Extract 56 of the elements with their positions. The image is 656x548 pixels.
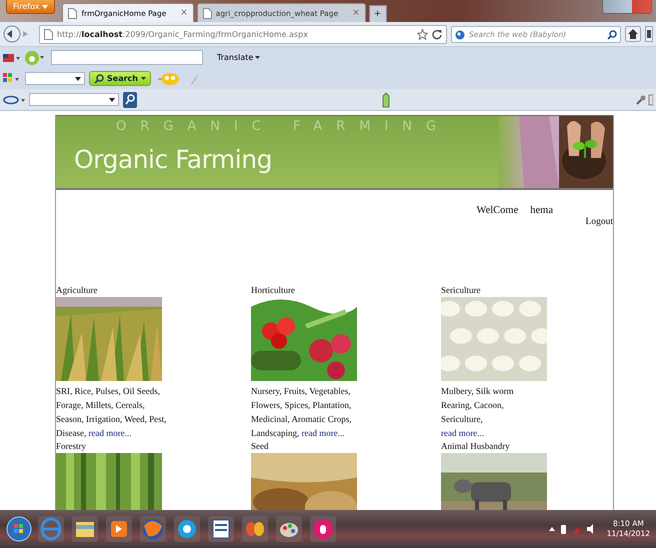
category-title: Horticulture: [251, 285, 296, 296]
search-button[interactable]: Search: [89, 71, 151, 86]
caret-icon: [75, 76, 81, 80]
close-button[interactable]: ×: [180, 8, 188, 18]
dropdown-field[interactable]: [29, 93, 119, 106]
category-description: Nursery, Fruits, Vegetables, Flowers, Spices, Plantation, Medicinal, Aromatic Crops, Landscaping, read more...: [251, 385, 352, 440]
category-description: SRI, Rice, Pulses, Oil Seeds, Forage, Millets, Cereals, Season, Irrigation, Weed, Pest, Disease, read more...: [56, 385, 168, 440]
read-more-link[interactable]: read more...: [88, 428, 132, 438]
caret-icon: [140, 77, 146, 80]
category-title: Agriculture: [56, 285, 98, 296]
tag-icon[interactable]: [381, 92, 391, 108]
search-icon[interactable]: [607, 30, 617, 40]
caret-icon: [109, 98, 115, 102]
caret-icon: [42, 4, 48, 8]
search-icon: [94, 74, 104, 84]
read-more-link[interactable]: read more...: [301, 428, 344, 438]
category-description: Mulbery, Silk worm Rearing, Cacoon, Sericulture, read more...: [441, 385, 515, 440]
page-icon: [44, 28, 53, 40]
category-title: Sericulture: [441, 285, 482, 296]
user-name: hema: [530, 205, 553, 216]
dropdown-field[interactable]: [25, 72, 85, 85]
window-controls[interactable]: [602, 0, 652, 14]
close-button[interactable]: ×: [352, 8, 360, 18]
category-title: Forestry: [56, 441, 87, 452]
media-player-icon[interactable]: [106, 516, 132, 542]
translate-button[interactable]: Translate: [215, 53, 262, 62]
app-logo-icon[interactable]: [310, 516, 336, 542]
reload-icon[interactable]: [432, 28, 442, 40]
globe-icon: [455, 30, 465, 40]
text-field[interactable]: [51, 50, 203, 65]
palette-icon[interactable]: [276, 516, 302, 542]
chat-icon[interactable]: [174, 516, 200, 542]
search-button[interactable]: [123, 92, 137, 108]
caret-icon: [255, 56, 260, 59]
folder-icon[interactable]: [72, 516, 98, 542]
start-button[interactable]: [6, 516, 32, 542]
home-icon[interactable]: [625, 26, 641, 42]
read-more-link[interactable]: read more...: [441, 428, 484, 438]
page-icon: [68, 8, 78, 18]
toolbar-button-icon[interactable]: [645, 26, 653, 42]
globe-icon[interactable]: [140, 516, 166, 542]
star-icon[interactable]: [417, 28, 428, 40]
welcome-text: WelCome: [476, 205, 518, 216]
document-icon[interactable]: [208, 516, 234, 542]
wrench-icon[interactable]: [635, 94, 653, 106]
category-title: Seed: [251, 441, 270, 452]
address-field[interactable]: http://localhost:2099/Organic_Farming/frmOrganicHome.aspx: [39, 24, 447, 44]
url-text: http://localhost:2099/Organic_Farming/frmOrganicHome.aspx: [57, 30, 308, 38]
logout-link[interactable]: Logout: [586, 217, 613, 227]
banner-watermark: ORGANIC FARMING: [116, 119, 450, 134]
apps-icon[interactable]: [3, 72, 21, 84]
banner-title: Organic Farming: [74, 144, 272, 174]
new-tab-button[interactable]: +: [368, 5, 387, 22]
category-title: Animal Husbandry: [441, 441, 511, 452]
page-icon: [202, 8, 212, 18]
flag-icon[interactable]: [3, 52, 21, 62]
